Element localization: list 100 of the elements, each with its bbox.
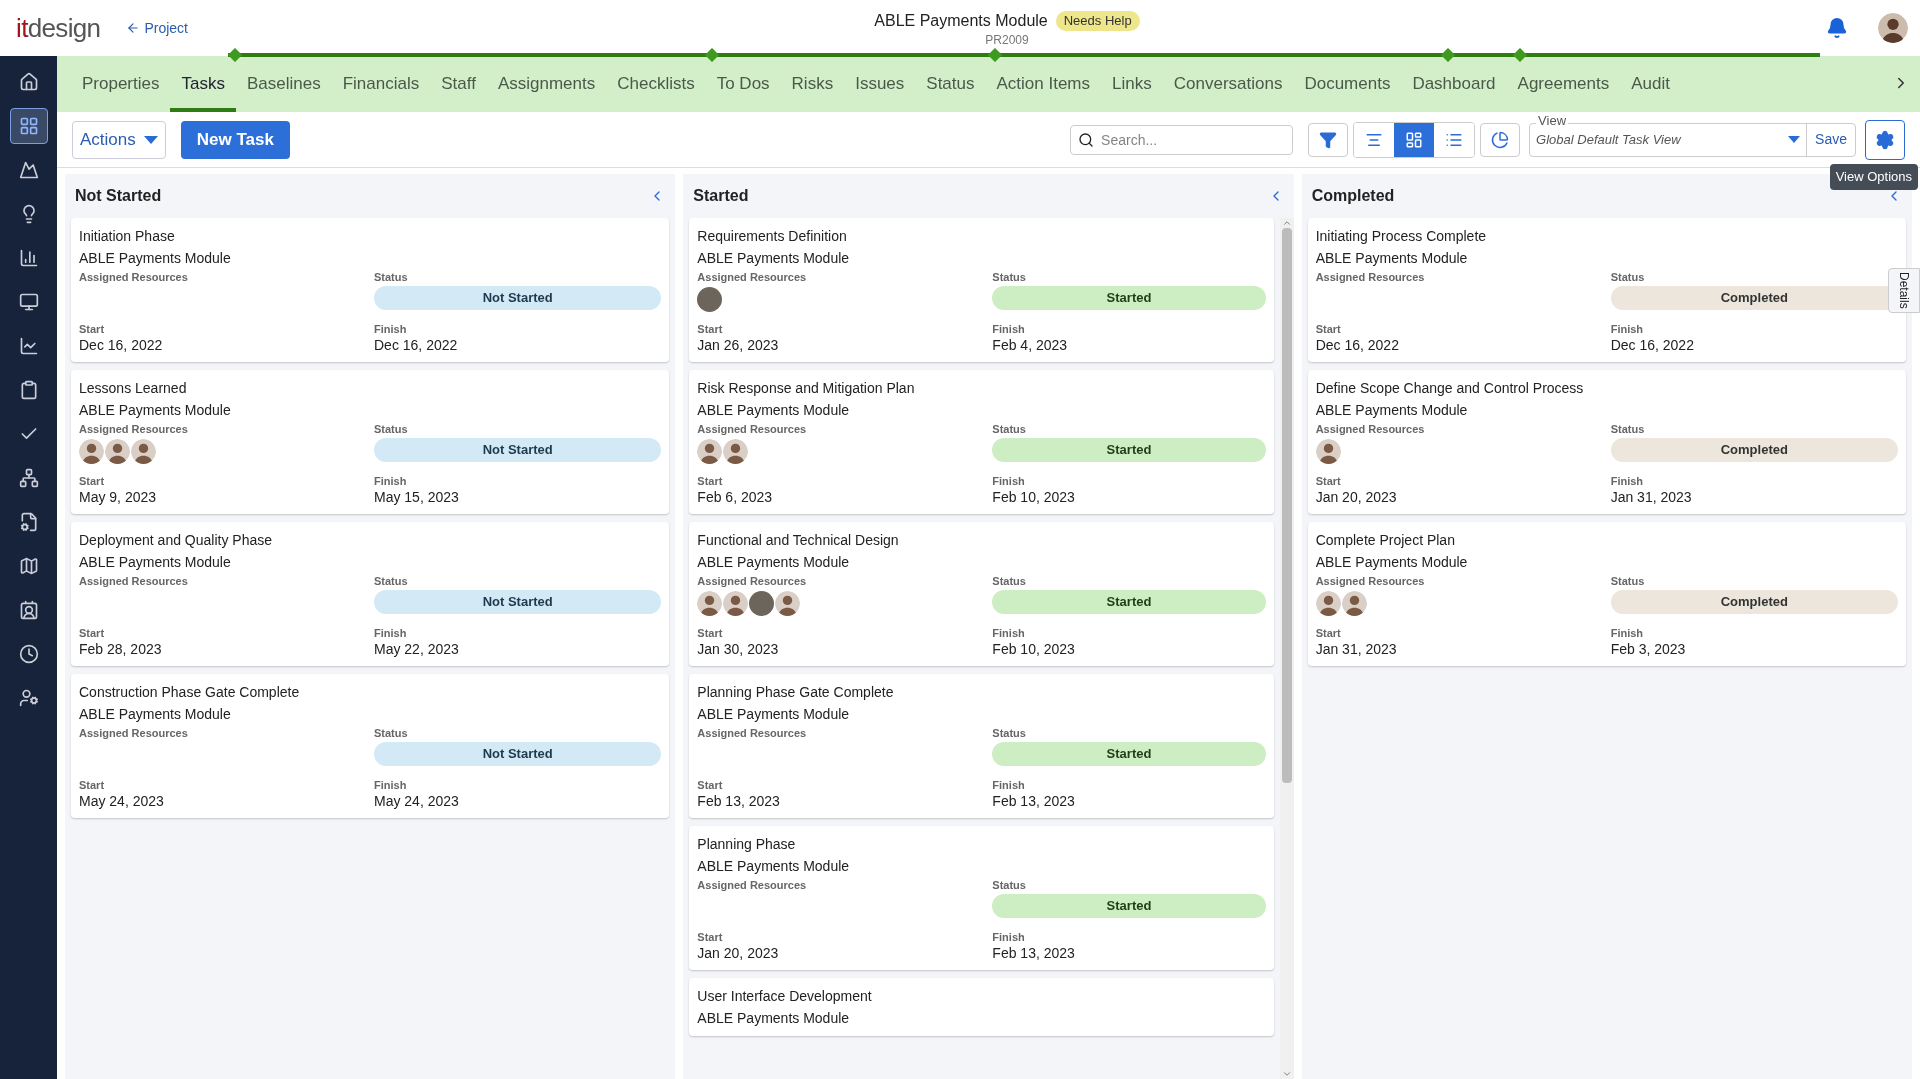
- field-label: Assigned Resources: [79, 270, 189, 284]
- tab[interactable]: Status: [915, 60, 986, 112]
- filter-button[interactable]: [1308, 122, 1349, 157]
- status-pill: Started: [992, 438, 1266, 462]
- actions-dropdown[interactable]: Actions: [72, 120, 166, 159]
- finish-date: Jan 31, 2023: [1610, 488, 1693, 506]
- field-label: Status: [992, 422, 1027, 436]
- tab[interactable]: Properties: [71, 60, 171, 112]
- new-task-button[interactable]: New Task: [180, 120, 290, 159]
- task-title: Risk Response and Mitigation Plan: [697, 379, 916, 398]
- task-card[interactable]: Risk Response and Mitigation Plan ABLE Payments Module Assigned Resources Status Started Start Feb 6, 2023 Finish Feb 10, 2023: [689, 370, 1274, 514]
- pie-chart-icon: [1491, 130, 1510, 149]
- field-label: Start: [697, 474, 724, 488]
- field-label: Finish: [374, 626, 408, 640]
- field-label: Start: [697, 930, 724, 944]
- tab[interactable]: Staff: [430, 60, 487, 112]
- chart-button[interactable]: [1480, 122, 1521, 157]
- map-icon: [18, 556, 39, 576]
- details-tab[interactable]: Details: [1888, 268, 1920, 313]
- user-avatar[interactable]: [1878, 13, 1908, 43]
- finish-date: Feb 10, 2023: [992, 488, 1076, 506]
- tab[interactable]: Risks: [780, 60, 845, 112]
- finish-date: May 24, 2023: [374, 792, 460, 810]
- field-label: Finish: [1610, 322, 1645, 336]
- task-card[interactable]: Complete Project Plan ABLE Payments Module Assigned Resources Status Completed Start Jan 31, 2023 Finish Feb 3, 2023: [1307, 522, 1906, 666]
- status-pill: Started: [992, 286, 1266, 310]
- field-label: Start: [697, 626, 724, 640]
- tab[interactable]: Dashboard: [1401, 60, 1507, 112]
- status-pill: Started: [992, 590, 1266, 614]
- field-label: Finish: [374, 474, 408, 488]
- project-name: ABLE Payments Module: [697, 401, 851, 420]
- tab[interactable]: Issues: [844, 60, 916, 112]
- field-label: Start: [79, 778, 106, 792]
- status-pill: Not Started: [374, 286, 662, 310]
- task-card[interactable]: User Interface Development ABLE Payments Module: [689, 978, 1274, 1036]
- start-date: May 9, 2023: [79, 488, 158, 506]
- task-title: Functional and Technical Design: [697, 531, 900, 550]
- task-card[interactable]: Planning Phase ABLE Payments Module Assigned Resources Status Started Start Jan 20, 2023 Finish Feb 13, 2023: [689, 826, 1274, 970]
- user-settings-icon: [18, 688, 39, 708]
- scrollbar[interactable]: [1279, 218, 1294, 1079]
- back-link[interactable]: Project: [126, 17, 188, 39]
- field-label: Assigned Resources: [697, 726, 808, 740]
- project-name: ABLE Payments Module: [697, 705, 851, 724]
- project-name: ABLE Payments Module: [697, 857, 851, 876]
- field-label: Finish: [992, 474, 1026, 488]
- tab[interactable]: Documents: [1293, 60, 1402, 112]
- tab[interactable]: Action Items: [985, 60, 1102, 112]
- field-label: Start: [1315, 322, 1342, 336]
- task-title: Define Scope Change and Control Process: [1315, 379, 1585, 398]
- project-name: ABLE Payments Module: [79, 401, 232, 420]
- tab[interactable]: Financials: [331, 60, 431, 112]
- field-label: Status: [1610, 574, 1646, 588]
- task-card[interactable]: Deployment and Quality Phase ABLE Payments Module Assigned Resources Status Not Started Start Feb 28, 2023 Finish May 22, 2023: [71, 522, 670, 666]
- notification-bell-icon[interactable]: [1826, 17, 1848, 39]
- sidebar-item[interactable]: [9, 108, 48, 144]
- task-card[interactable]: Define Scope Change and Control Process ABLE Payments Module Assigned Resources Status Completed Start Jan 20, 2023 Finish Jan 31, 2023: [1307, 370, 1906, 514]
- task-card[interactable]: Functional and Technical Design ABLE Payments Module Assigned Resources Status Started Start Jan 30, 2023 Finish Feb 10, 2023: [689, 522, 1274, 666]
- home-icon: [18, 72, 39, 92]
- view-mode-button[interactable]: [1394, 122, 1435, 157]
- line-chart-icon: [18, 336, 39, 356]
- tab[interactable]: Assignments: [486, 60, 607, 112]
- project-name: ABLE Payments Module: [79, 705, 232, 724]
- field-label: Start: [697, 778, 724, 792]
- field-label: Finish: [374, 322, 408, 336]
- status-pill: Completed: [1610, 438, 1898, 462]
- project-name: ABLE Payments Module: [697, 553, 851, 572]
- view-options-button[interactable]: [1865, 119, 1905, 160]
- tab[interactable]: Tasks: [170, 60, 236, 112]
- start-date: Dec 16, 2022: [79, 336, 164, 354]
- board-icon: [1405, 130, 1424, 149]
- finish-date: Feb 13, 2023: [992, 944, 1076, 962]
- contact-card-icon: [18, 600, 39, 620]
- status-pill: Not Started: [374, 742, 662, 766]
- grid-icon: [18, 116, 39, 136]
- finish-date: May 22, 2023: [374, 640, 460, 658]
- tab[interactable]: Checklists: [606, 60, 706, 112]
- tab[interactable]: Audit: [1620, 60, 1681, 112]
- tab[interactable]: Links: [1101, 60, 1163, 112]
- field-label: Status: [1610, 422, 1646, 436]
- task-title: Complete Project Plan: [1315, 531, 1456, 550]
- status-pill: Started: [992, 742, 1266, 766]
- task-card[interactable]: Lessons Learned ABLE Payments Module Assigned Resources Status Not Started Start May 9, 2023 Finish May 15, 2023: [71, 370, 670, 514]
- tab[interactable]: To Dos: [705, 60, 781, 112]
- task-card[interactable]: Planning Phase Gate Complete ABLE Payments Module Assigned Resources Status Started Start Feb 13, 2023 Finish Feb 13, 2023: [689, 674, 1274, 818]
- search-field[interactable]: Search...: [1070, 124, 1294, 155]
- start-date: Feb 6, 2023: [697, 488, 774, 506]
- finish-date: May 15, 2023: [374, 488, 460, 506]
- task-card[interactable]: Construction Phase Gate Complete ABLE Payments Module Assigned Resources Status Not Started Start May 24, 2023 Finish May 24, 2023: [71, 674, 670, 818]
- tab[interactable]: Conversations: [1162, 60, 1294, 112]
- task-title: Lessons Learned: [79, 379, 188, 398]
- project-name: ABLE Payments Module: [1315, 401, 1469, 420]
- tab[interactable]: Baselines: [235, 60, 332, 112]
- task-card[interactable]: Requirements Definition ABLE Payments Module Assigned Resources Status Started Start Jan 26, 2023 Finish Feb 4, 2023: [689, 218, 1274, 362]
- tab[interactable]: Agreements: [1506, 60, 1621, 112]
- field-label: Start: [1315, 626, 1342, 640]
- field-label: Status: [992, 270, 1027, 284]
- task-card[interactable]: Initiation Phase ABLE Payments Module Assigned Resources Status Not Started Start Dec 16, 2022 Finish Dec 16, 2022: [71, 218, 670, 362]
- logo[interactable]: itdesign: [16, 8, 101, 48]
- task-title: User Interface Development: [697, 987, 873, 1006]
- field-label: Status: [374, 574, 409, 588]
